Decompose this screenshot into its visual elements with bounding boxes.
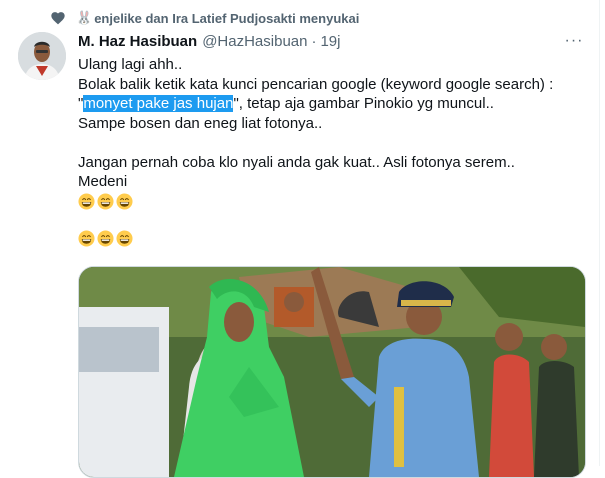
timestamp[interactable]: 19j xyxy=(320,33,340,50)
grinning-face-emoji xyxy=(78,192,95,210)
tweet-text: Ulang lagi ahh.. Bolak balik ketik kata … xyxy=(78,55,578,247)
tweet-line-6: Medeni xyxy=(78,173,128,190)
social-context-text[interactable]: enjelike dan Ira Latief Pudjosakti menyu… xyxy=(94,11,359,26)
avatar-image xyxy=(18,32,66,80)
tweet-line-4: Sampe bosen dan eneg liat fotonya.. xyxy=(78,114,323,132)
tweet-article[interactable]: 🐰 enjelike dan Ira Latief Pudjosakti men… xyxy=(0,0,600,478)
grinning-face-emoji xyxy=(116,230,133,247)
more-icon[interactable]: ··· xyxy=(560,30,588,52)
grinning-face-emoji xyxy=(116,192,133,210)
tweet-line-5: Jangan pernah coba klo nyali anda gak ku… xyxy=(78,153,515,171)
tweet-line-3-rest: ", tetap aja gambar Pinokio yg muncul.. xyxy=(233,95,494,112)
tweet-photo[interactable] xyxy=(78,266,586,478)
author-handle[interactable]: @HazHasibuan xyxy=(202,33,307,50)
emoji-row-1 xyxy=(78,192,578,210)
tweet-line-1: Ulang lagi ahh.. xyxy=(78,56,183,73)
emoji-row-2 xyxy=(78,230,578,247)
grinning-face-emoji xyxy=(78,230,95,247)
avatar[interactable] xyxy=(18,32,66,80)
grinning-face-emoji xyxy=(97,230,114,247)
separator-dot: · xyxy=(311,33,317,50)
tweet-line-2: Bolak balik ketik kata kunci pencarian g… xyxy=(78,75,554,93)
tweet-header: M. Haz Hasibuan @HazHasibuan · 19j xyxy=(78,33,341,50)
tweet-line-3: "monyet pake jas hujan", tetap aja gamba… xyxy=(78,94,578,114)
author-name[interactable]: M. Haz Hasibuan xyxy=(78,33,197,50)
social-context[interactable]: 🐰 enjelike dan Ira Latief Pudjosakti men… xyxy=(50,10,359,26)
selected-text-highlight: monyet pake jas hujan xyxy=(83,95,234,112)
grinning-face-emoji xyxy=(97,192,114,210)
rabbit-emoji: 🐰 xyxy=(76,10,93,25)
photo-image xyxy=(79,267,585,477)
heart-icon xyxy=(51,12,65,25)
